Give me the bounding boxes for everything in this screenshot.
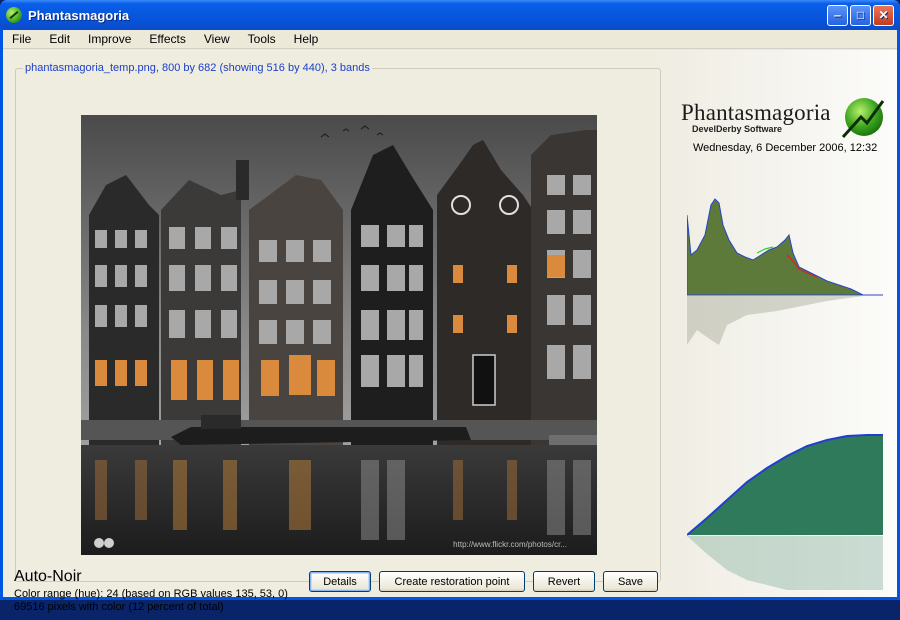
photo-watermark: http://www.flickr.com/photos/cr... [453, 540, 567, 549]
logo-title: Phantasmagoria [681, 100, 831, 125]
effect-title: Auto-Noir [14, 568, 82, 585]
close-button[interactable]: ✕ [873, 4, 894, 26]
menu-bar: File Edit Improve Effects View Tools Hel… [3, 30, 897, 49]
client-area: File Edit Improve Effects View Tools Hel… [3, 30, 897, 613]
leaf-icon [841, 98, 885, 139]
photo-canvas[interactable]: http://www.flickr.com/photos/cr... [81, 115, 597, 555]
logo-subtitle: DevelDerby Software [692, 124, 783, 134]
histogram-graph [687, 198, 883, 345]
leaf-icon [6, 7, 22, 23]
menu-edit[interactable]: Edit [40, 32, 79, 46]
title-bar[interactable]: Phantasmagoria ‒ □ ✕ [0, 0, 900, 30]
revert-button[interactable]: Revert [533, 571, 595, 592]
app-window: Phantasmagoria ‒ □ ✕ File Edit Improve E… [0, 0, 900, 613]
minimize-button[interactable]: ‒ [827, 4, 848, 26]
photo-image [81, 115, 597, 555]
menu-view[interactable]: View [195, 32, 239, 46]
menu-improve[interactable]: Improve [79, 32, 140, 46]
maximize-button[interactable]: □ [850, 4, 871, 26]
image-caption: phantasmagoria_temp.png, 800 by 682 (sho… [23, 62, 372, 74]
window-title: Phantasmagoria [28, 7, 130, 23]
pixel-count-text: 69516 pixels with color (12 percent of t… [14, 601, 224, 613]
menu-file[interactable]: File [3, 32, 40, 46]
menu-effects[interactable]: Effects [140, 32, 194, 46]
menu-tools[interactable]: Tools [239, 32, 285, 46]
create-restoration-point-button[interactable]: Create restoration point [379, 571, 525, 592]
color-range-text: Color range (hue): 24 (based on RGB valu… [14, 588, 288, 600]
effect-info: Auto-Noir Color range (hue): 24 (based o… [14, 568, 288, 614]
save-button[interactable]: Save [603, 571, 658, 592]
date-time: Wednesday, 6 December 2006, 12:32 [693, 142, 878, 154]
tone-curve-graph [687, 434, 883, 590]
main-area: phantasmagoria_temp.png, 800 by 682 (sho… [3, 50, 897, 613]
details-button[interactable]: Details [309, 571, 371, 592]
menu-help[interactable]: Help [285, 32, 328, 46]
